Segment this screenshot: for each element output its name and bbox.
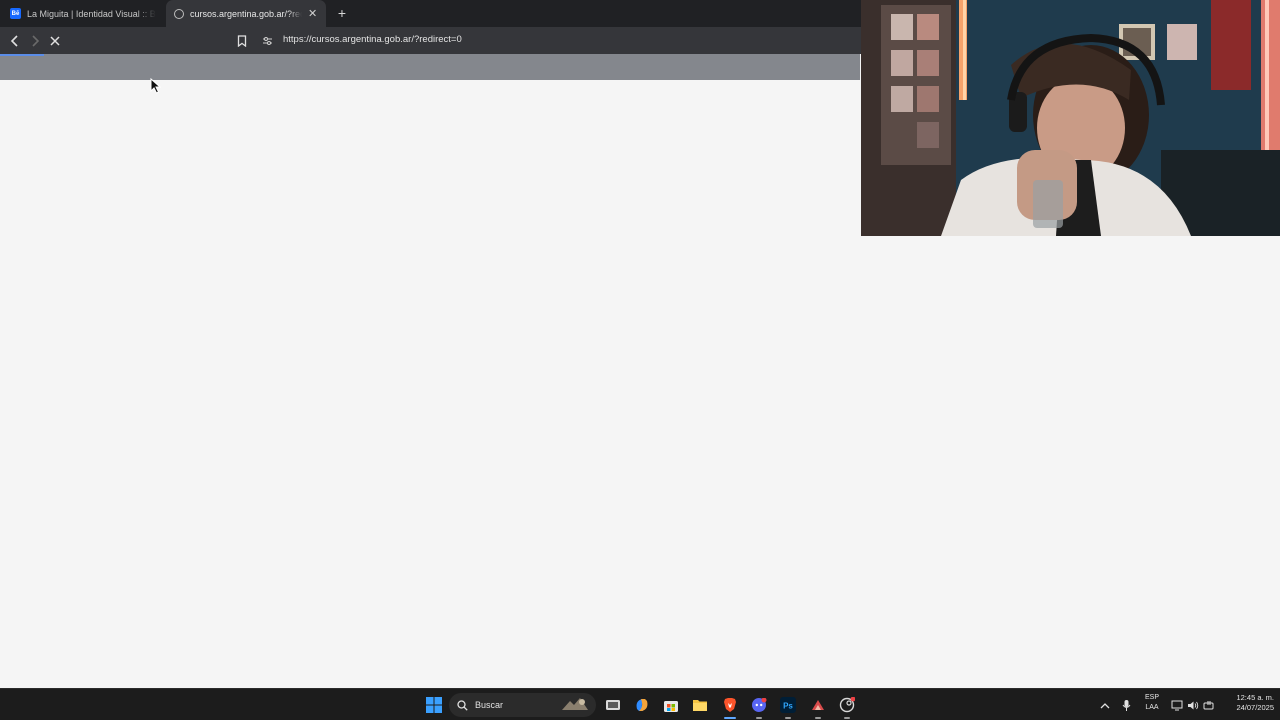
active-indicator xyxy=(785,717,791,719)
page-loading-overlay xyxy=(0,54,860,80)
tab-behance[interactable]: Bē La Miguita | Identidad Visual :: Beha… xyxy=(2,0,164,27)
file-explorer-button[interactable] xyxy=(690,695,710,715)
battery-button[interactable] xyxy=(1202,695,1216,715)
loading-favicon-icon xyxy=(174,8,184,19)
photoshop-icon: Ps xyxy=(780,697,796,713)
active-indicator xyxy=(844,717,850,719)
start-button[interactable] xyxy=(424,695,444,715)
network-icon xyxy=(1171,700,1183,710)
steam-button[interactable] xyxy=(837,695,857,719)
taskbar-search[interactable]: Buscar xyxy=(449,693,596,717)
microphone-button[interactable] xyxy=(1119,695,1133,715)
file-explorer-icon xyxy=(693,700,707,711)
back-button[interactable] xyxy=(6,32,23,49)
copilot-button[interactable] xyxy=(632,695,652,715)
brave-browser-icon xyxy=(724,698,736,712)
keyboard-layout: LAA xyxy=(1145,704,1159,711)
windows-taskbar: Buscar Ps ESP LAA 12:45 a. m. 24/07/2025 xyxy=(0,688,1280,720)
loading-progress-bar xyxy=(0,54,44,56)
screen: Bē La Miguita | Identidad Visual :: Beha… xyxy=(0,0,1280,720)
new-tab-button[interactable]: + xyxy=(334,5,350,21)
taskbar-clock[interactable]: 12:45 a. m. 24/07/2025 xyxy=(1220,693,1274,713)
volume-button[interactable] xyxy=(1186,695,1200,715)
tune-icon xyxy=(263,36,272,45)
task-view-icon xyxy=(606,700,620,710)
active-indicator xyxy=(724,717,736,719)
close-icon xyxy=(49,35,60,46)
search-label: Buscar xyxy=(475,700,504,710)
clock-time: 12:45 a. m. xyxy=(1236,693,1274,702)
site-info-button[interactable] xyxy=(259,32,276,49)
steam-icon xyxy=(839,697,855,713)
svg-text:Ps: Ps xyxy=(783,702,793,711)
power-plug-icon xyxy=(1203,700,1214,709)
discord-button[interactable] xyxy=(749,695,769,719)
network-button[interactable] xyxy=(1170,695,1184,715)
photoshop-button[interactable]: Ps xyxy=(778,695,798,719)
tab-title: La Miguita | Identidad Visual :: Behance xyxy=(27,8,156,19)
copilot-icon xyxy=(636,699,648,711)
language-code: ESP xyxy=(1144,694,1159,701)
app-button[interactable] xyxy=(808,695,828,719)
task-view-button[interactable] xyxy=(603,695,623,715)
brave-browser-button[interactable] xyxy=(720,695,740,719)
bookmark-button[interactable] xyxy=(233,32,250,49)
mouse-cursor-icon xyxy=(150,78,162,94)
webcam-overlay xyxy=(861,0,1280,236)
stop-loading-button[interactable] xyxy=(46,32,63,49)
show-hidden-icons-button[interactable] xyxy=(1098,695,1112,715)
close-tab-icon[interactable]: ✕ xyxy=(308,7,317,20)
app-icon xyxy=(812,700,824,710)
tab-cursos-argentina[interactable]: cursos.argentina.gob.ar/?redirect=0 ✕ xyxy=(166,0,326,27)
microphone-icon xyxy=(1122,699,1130,711)
behance-favicon-icon: Bē xyxy=(10,8,21,19)
language-indicator[interactable]: ESP LAA xyxy=(1140,693,1164,713)
search-highlight-icon xyxy=(562,698,588,710)
windows-start-icon xyxy=(426,697,442,713)
chevron-right-icon xyxy=(31,34,39,47)
volume-icon xyxy=(1188,701,1199,709)
streamer-webcam-image xyxy=(861,0,1280,236)
forward-button[interactable] xyxy=(26,32,43,49)
tab-title: cursos.argentina.gob.ar/?redirect=0 xyxy=(190,8,302,19)
microsoft-store-icon xyxy=(664,701,678,712)
active-indicator xyxy=(815,717,821,719)
bookmark-icon xyxy=(237,34,246,47)
active-indicator xyxy=(756,717,762,719)
chevron-left-icon xyxy=(10,34,18,47)
search-icon xyxy=(457,699,468,711)
discord-icon xyxy=(752,698,767,712)
chevron-up-icon xyxy=(1100,702,1110,708)
address-bar[interactable]: https://cursos.argentina.gob.ar/?redirec… xyxy=(283,34,462,45)
clock-date: 24/07/2025 xyxy=(1236,703,1274,712)
microsoft-store-button[interactable] xyxy=(661,695,681,715)
